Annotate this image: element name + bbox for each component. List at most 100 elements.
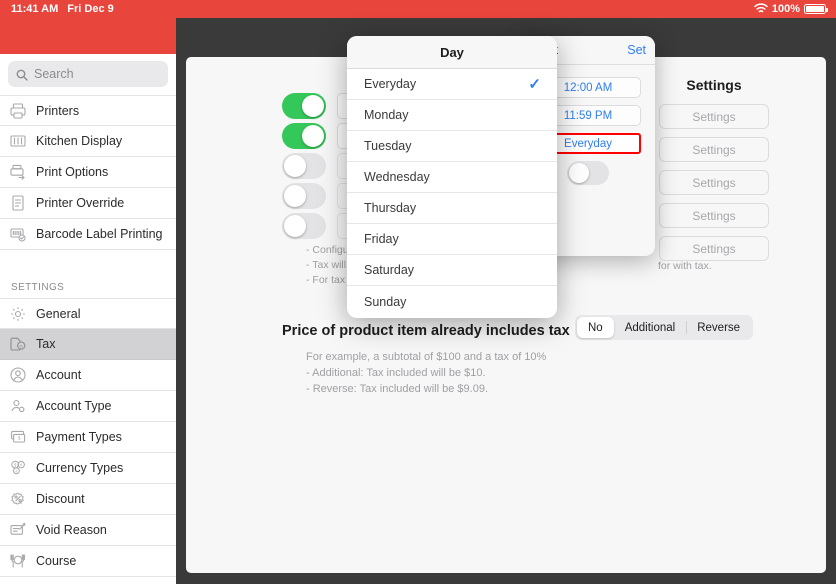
- day-option-label: Friday: [364, 232, 399, 246]
- svg-text:€: €: [20, 462, 23, 467]
- sidebar-item-label: Account Type: [36, 399, 112, 413]
- tax-example: For example, a subtotal of $100 and a ta…: [306, 349, 546, 397]
- set-button[interactable]: Set: [627, 43, 646, 57]
- sidebar: Search Printers Kitchen Display Print Op…: [0, 18, 176, 584]
- settings-column-title: Settings: [686, 77, 742, 93]
- currency-types-icon: $ € ¢: [9, 459, 27, 477]
- sidebar-item-printers[interactable]: Printers: [0, 95, 176, 126]
- segment-additional[interactable]: Additional: [614, 317, 687, 338]
- service-tax-toggle[interactable]: [567, 161, 609, 185]
- search-icon: [16, 68, 28, 81]
- tax-toggle[interactable]: [282, 153, 326, 179]
- day-option-everyday[interactable]: Everyday ✓: [347, 69, 557, 100]
- barcode-label-icon: [9, 225, 27, 243]
- printer-icon: [9, 102, 27, 120]
- sidebar-item-label: Void Reason: [36, 523, 107, 537]
- settings-button[interactable]: Settings: [659, 104, 769, 129]
- wifi-icon: [754, 2, 768, 16]
- day-option-saturday[interactable]: Saturday: [347, 255, 557, 286]
- sidebar-item-printer-override[interactable]: Printer Override: [0, 188, 176, 219]
- sidebar-item-label: Printer Override: [36, 196, 125, 210]
- print-options-icon: [9, 163, 27, 181]
- sidebar-item-label: Barcode Label Printing: [36, 227, 163, 241]
- sidebar-item-pricing-level[interactable]: Pricing Level: [0, 577, 176, 584]
- sidebar-item-general[interactable]: General: [0, 298, 176, 329]
- sidebar-header-spacer: [0, 18, 176, 54]
- sidebar-item-course[interactable]: Course: [0, 546, 176, 577]
- sidebar-item-label: General: [36, 306, 81, 321]
- day-option-label: Monday: [364, 108, 409, 122]
- settings-button[interactable]: Settings: [659, 236, 769, 261]
- day-option-tuesday[interactable]: Tuesday: [347, 131, 557, 162]
- day-option-sunday[interactable]: Sunday: [347, 286, 557, 317]
- svg-text:$: $: [14, 462, 17, 467]
- app-background: 11:41 AM Fri Dec 9 100% Home Settings Ta…: [0, 0, 836, 584]
- sidebar-item-barcode-label-printing[interactable]: Barcode Label Printing: [0, 219, 176, 250]
- sidebar-item-tax[interactable]: % Tax: [0, 329, 176, 360]
- check-icon: ✓: [528, 76, 541, 93]
- sidebar-item-void-reason[interactable]: Void Reason: [0, 515, 176, 546]
- sidebar-item-label: Discount: [36, 492, 85, 506]
- sidebar-item-label: Course: [36, 554, 77, 568]
- tax-toggle[interactable]: [282, 183, 326, 209]
- day-option-friday[interactable]: Friday: [347, 224, 557, 255]
- tax-example-line: - Reverse: Tax included will be $9.09.: [306, 383, 489, 395]
- search-input[interactable]: Search: [8, 61, 168, 87]
- sidebar-item-account-type[interactable]: Account Type: [0, 391, 176, 422]
- day-option-label: Everyday: [364, 77, 417, 91]
- segment-no[interactable]: No: [577, 317, 614, 338]
- day-option-monday[interactable]: Monday: [347, 100, 557, 131]
- battery-full-icon: [804, 4, 829, 14]
- segment-reverse[interactable]: Reverse: [686, 317, 751, 338]
- sidebar-item-print-options[interactable]: Print Options: [0, 157, 176, 188]
- tax-toggle[interactable]: [282, 213, 326, 239]
- sidebar-item-label: Payment Types: [36, 430, 122, 444]
- tax-toggle[interactable]: [282, 93, 326, 119]
- status-bar-left: 11:41 AM Fri Dec 9: [0, 3, 114, 15]
- status-bar-right: 100%: [754, 0, 829, 18]
- day-option-wednesday[interactable]: Wednesday: [347, 162, 557, 193]
- status-time: 11:41 AM: [11, 3, 59, 15]
- day-picker-popover: Day Everyday ✓ Monday Tuesday Wednesday …: [347, 36, 557, 318]
- gear-icon: [9, 305, 27, 323]
- status-bar: 11:41 AM Fri Dec 9 100%: [0, 0, 836, 18]
- printer-override-icon: [9, 194, 27, 212]
- search-container: Search: [0, 54, 176, 95]
- sidebar-item-label: Currency Types: [36, 461, 124, 475]
- sidebar-section-header: SETTINGS: [0, 272, 176, 298]
- svg-text:%: %: [19, 343, 23, 348]
- sidebar-item-account[interactable]: Account: [0, 360, 176, 391]
- tax-inclusion-segmented-control: No Additional Reverse: [575, 315, 754, 340]
- tax-example-line: - Additional: Tax included will be $10.: [306, 367, 486, 379]
- day-option-label: Tuesday: [364, 139, 412, 153]
- sidebar-item-label: Account: [36, 368, 82, 382]
- settings-button[interactable]: Settings: [659, 137, 769, 162]
- sidebar-item-label: Tax: [36, 337, 56, 351]
- settings-column: Settings Settings Settings Settings Sett…: [659, 77, 769, 269]
- sidebar-item-discount[interactable]: Discount: [0, 484, 176, 515]
- status-date: Fri Dec 9: [67, 3, 114, 15]
- sidebar-item-currency-types[interactable]: $ € ¢ Currency Types: [0, 453, 176, 484]
- day-option-thursday[interactable]: Thursday: [347, 193, 557, 224]
- battery-percent: 100%: [771, 3, 800, 15]
- settings-button[interactable]: Settings: [659, 203, 769, 228]
- search-placeholder: Search: [34, 67, 74, 81]
- payment-types-icon: $: [9, 428, 27, 446]
- svg-text:¢: ¢: [15, 469, 17, 473]
- sidebar-item-label: Kitchen Display: [36, 134, 123, 148]
- tax-example-line: For example, a subtotal of $100 and a ta…: [306, 351, 547, 363]
- day-option-label: Saturday: [364, 263, 415, 277]
- course-icon: [9, 552, 27, 570]
- sidebar-item-kitchen-display[interactable]: Kitchen Display: [0, 126, 176, 157]
- section-heading: Price of product item already includes t…: [282, 323, 570, 339]
- day-option-label: Wednesday: [364, 170, 430, 184]
- day-picker-title: Day: [347, 36, 557, 69]
- discount-icon: [9, 490, 27, 508]
- kitchen-display-icon: [9, 132, 27, 150]
- settings-button[interactable]: Settings: [659, 170, 769, 195]
- sidebar-item-payment-types[interactable]: $ Payment Types: [0, 422, 176, 453]
- account-icon: [9, 366, 27, 384]
- void-reason-icon: [9, 521, 27, 539]
- tax-toggle[interactable]: [282, 123, 326, 149]
- sidebar-item-label: Print Options: [36, 165, 109, 179]
